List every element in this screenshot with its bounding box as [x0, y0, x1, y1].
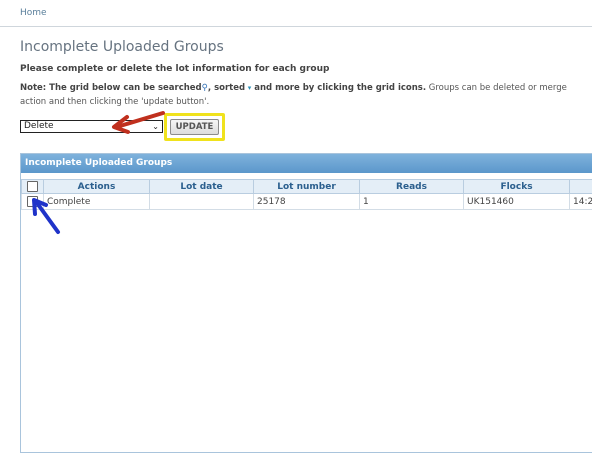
- page-title: Incomplete Uploaded Groups: [20, 39, 224, 55]
- chevron-down-icon: ⌄: [152, 121, 159, 132]
- action-select[interactable]: Delete ⌄: [20, 120, 163, 133]
- column-header-lot-date[interactable]: Lot date: [150, 180, 254, 194]
- table-row[interactable]: Complete 25178 1 UK151460 14:2: [22, 194, 592, 210]
- note-part-2: , sorted: [208, 83, 245, 93]
- note-part-4: Groups can be deleted or merge: [426, 83, 567, 93]
- grid-header-row: Actions Lot date Lot number Reads Flocks: [22, 180, 592, 194]
- note-text: Note: The grid below can be searched⚲, s…: [20, 81, 592, 109]
- instruction-text: Please complete or delete the lot inform…: [20, 64, 329, 74]
- column-header-extra[interactable]: [570, 180, 592, 194]
- cell-lot-number: 25178: [254, 194, 360, 210]
- note-part-5: action and then clicking the 'update but…: [20, 97, 209, 107]
- top-bar: Home: [0, 0, 592, 27]
- update-button[interactable]: UPDATE: [170, 119, 219, 135]
- header-select-all[interactable]: [22, 180, 44, 194]
- cell-time: 14:2: [570, 194, 592, 210]
- note-part-1: Note: The grid below can be searched: [20, 83, 202, 93]
- grid-table: Actions Lot date Lot number Reads Flocks…: [21, 179, 592, 210]
- cell-actions[interactable]: Complete: [44, 194, 150, 210]
- note-part-3: and more by clicking the grid icons.: [251, 83, 426, 93]
- cell-flocks: UK151460: [464, 194, 570, 210]
- cell-reads: 1: [360, 194, 464, 210]
- cell-lot-date: [150, 194, 254, 210]
- column-header-lot-number[interactable]: Lot number: [254, 180, 360, 194]
- grid-caption: Incomplete Uploaded Groups: [21, 154, 592, 173]
- select-all-checkbox[interactable]: [27, 181, 38, 192]
- groups-grid: Incomplete Uploaded Groups Actions Lot d…: [20, 153, 592, 453]
- column-header-actions[interactable]: Actions: [44, 180, 150, 194]
- action-select-value: Delete: [24, 121, 54, 131]
- row-select-cell[interactable]: [22, 194, 44, 210]
- row-checkbox[interactable]: [27, 196, 38, 207]
- column-header-reads[interactable]: Reads: [360, 180, 464, 194]
- breadcrumb-home[interactable]: Home: [20, 8, 47, 18]
- column-header-flocks[interactable]: Flocks: [464, 180, 570, 194]
